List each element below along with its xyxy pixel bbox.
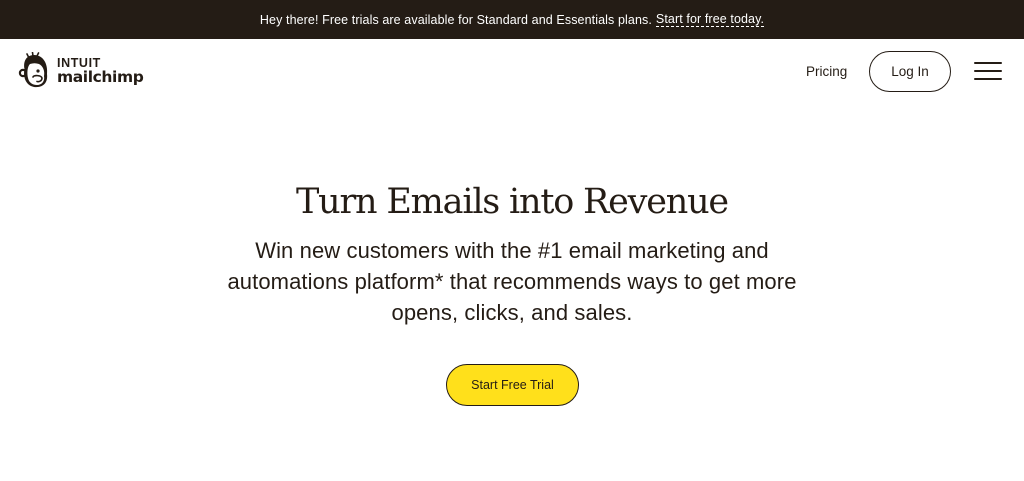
login-button[interactable]: Log In — [869, 51, 951, 92]
start-free-trial-button[interactable]: Start Free Trial — [446, 364, 579, 406]
site-header: INTUIT mailchimp Pricing Log In — [0, 39, 1024, 105]
hero-title: Turn Emails into Revenue — [296, 182, 729, 222]
freddie-monkey-icon — [18, 52, 48, 88]
hero-subtitle: Win new customers with the #1 email mark… — [227, 238, 797, 325]
mailchimp-logo[interactable]: INTUIT mailchimp — [17, 52, 144, 90]
promo-banner: Hey there! Free trials are available for… — [0, 0, 1024, 39]
start-free-link[interactable]: Start for free today. — [655, 12, 765, 27]
logo-brand-bottom: mailchimp — [57, 68, 144, 86]
pricing-link[interactable]: Pricing — [806, 64, 847, 79]
logo-wordmark: INTUIT mailchimp — [57, 56, 144, 86]
hamburger-menu-icon[interactable] — [974, 62, 1002, 82]
promo-message: Hey there! Free trials are available for… — [259, 12, 652, 27]
menu-line-middle — [974, 70, 1002, 72]
menu-line-top — [974, 62, 1002, 64]
menu-line-bottom — [974, 78, 1002, 80]
